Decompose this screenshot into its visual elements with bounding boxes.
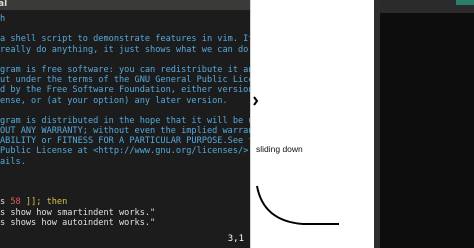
right-terminal-panel bbox=[374, 0, 474, 248]
code-line: OUT ANY WARRANTY; without even the impli… bbox=[0, 126, 250, 136]
code-text: a shell script to demonstrate features i… bbox=[0, 34, 250, 45]
code-text: d by the Free Software Foundation, eithe… bbox=[0, 85, 250, 96]
code-text: ense, or (at your option) any later vers… bbox=[0, 95, 228, 106]
code-text: gram is free software: you can redistrib… bbox=[0, 64, 250, 75]
drawing-window[interactable]: sliding down bbox=[250, 0, 375, 248]
code-text: ut under the terms of the GNU General Pu… bbox=[0, 75, 250, 86]
terminal-window[interactable]: al h a shell script to demonstrate featur… bbox=[0, 0, 250, 248]
code-line: d by the Free Software Foundation, eithe… bbox=[0, 85, 250, 95]
code-line: gram is distributed in the hope that it … bbox=[0, 116, 250, 126]
code-text: ails. bbox=[0, 156, 26, 167]
right-panel-strip bbox=[374, 0, 380, 248]
code-text: h bbox=[0, 14, 6, 24]
code-line: s shows how autoindent works." bbox=[0, 218, 250, 228]
code-text: ABILITY or FITNESS FOR A PARTICULAR PURP… bbox=[0, 136, 250, 147]
cursor-position: 3,1 bbox=[227, 234, 244, 244]
terminal-title: al bbox=[0, 0, 8, 9]
code-line: ails. bbox=[0, 157, 250, 167]
code-token: s bbox=[0, 197, 11, 208]
code-text: OUT ANY WARRANTY; without even the impli… bbox=[0, 126, 250, 137]
canvas-label: sliding down bbox=[256, 144, 303, 154]
code-number: 58 bbox=[10, 197, 21, 208]
code-line: a shell script to demonstrate features i… bbox=[0, 34, 250, 44]
code-line: gram is free software: you can redistrib… bbox=[0, 65, 250, 75]
drawing-canvas bbox=[253, 96, 339, 225]
code-line: really do anything, it just shows what w… bbox=[0, 45, 250, 55]
code-line: ABILITY or FITNESS FOR A PARTICULAR PURP… bbox=[0, 136, 250, 146]
code-text: really do anything, it just shows what w… bbox=[0, 44, 250, 55]
code-line: h bbox=[0, 14, 250, 24]
code-text: s shows how autoindent works." bbox=[0, 217, 156, 228]
code-text: Public License at <http://www.gnu.org/li… bbox=[0, 146, 250, 157]
right-panel-accent bbox=[456, 0, 474, 5]
code-line: s 58 ]]; then bbox=[0, 197, 250, 207]
vim-statusline: 3,1 bbox=[0, 232, 250, 248]
code-text: gram is distributed in the hope that it … bbox=[0, 115, 250, 126]
code-line: ut under the terms of the GNU General Pu… bbox=[0, 75, 250, 85]
sliding-curve bbox=[256, 185, 339, 225]
code-line: s show how smartindent works." bbox=[0, 208, 250, 218]
terminal-titlebar: al bbox=[0, 0, 250, 10]
cursor-mark bbox=[253, 96, 259, 106]
code-line: ense, or (at your option) any later vers… bbox=[0, 96, 250, 106]
vim-editor-buffer[interactable]: h a shell script to demonstrate features … bbox=[0, 14, 250, 234]
code-keyword: ]]; then bbox=[20, 197, 68, 208]
code-text: s show how smartindent works." bbox=[0, 207, 156, 218]
code-line: Public License at <http://www.gnu.org/li… bbox=[0, 146, 250, 156]
